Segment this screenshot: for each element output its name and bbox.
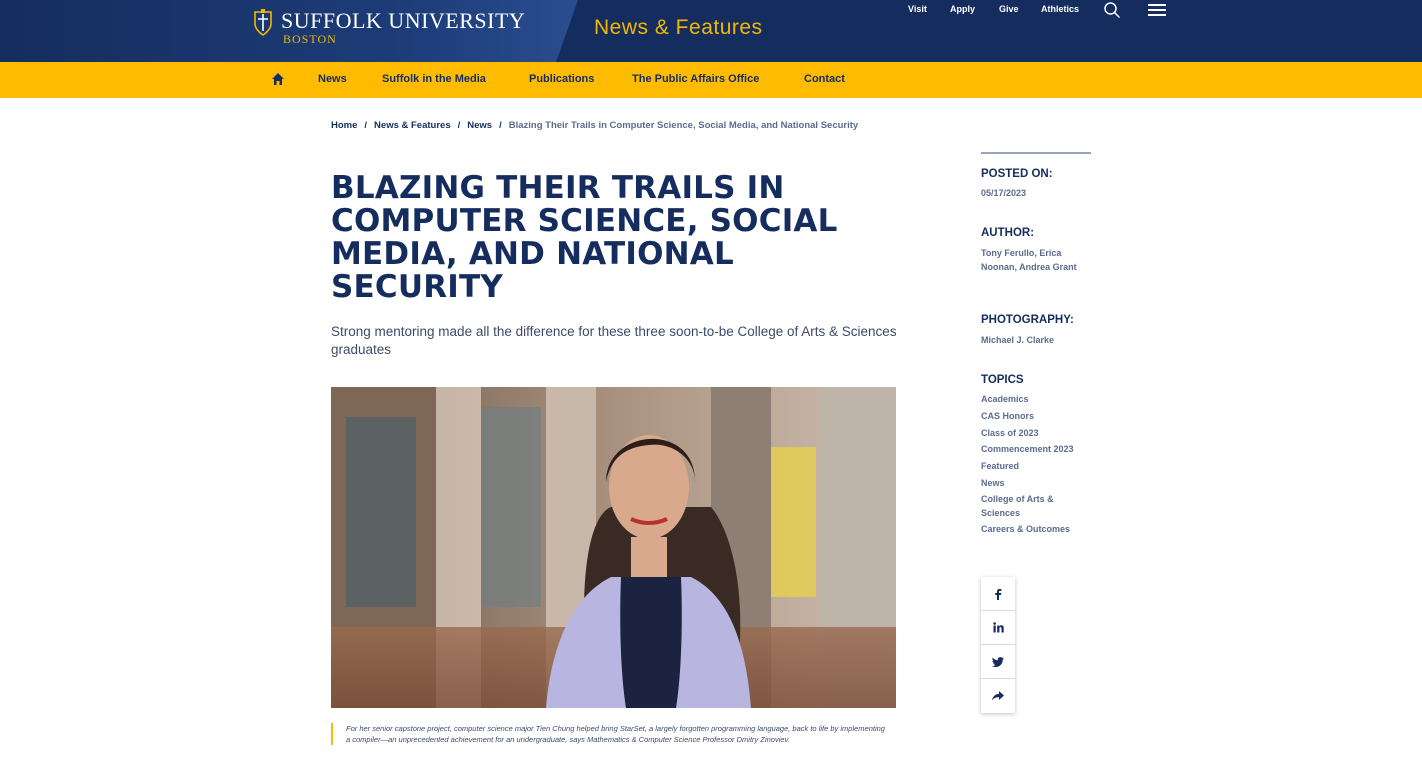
topic-college-of-arts-sciences[interactable]: College of Arts & Sciences (981, 493, 1093, 520)
breadcrumb-home[interactable]: Home (331, 120, 357, 131)
topic-careers-outcomes[interactable]: Careers & Outcomes (981, 523, 1093, 537)
article-subtitle: Strong mentoring made all the difference… (331, 324, 897, 357)
linkedin-icon (992, 622, 1004, 633)
site-title[interactable]: News & Features (594, 16, 763, 40)
linkedin-share-button[interactable] (981, 611, 1015, 645)
breadcrumb-news[interactable]: News (467, 120, 492, 131)
nav-item-suffolk-in-the-media[interactable]: Suffolk in the Media (382, 73, 486, 85)
hero-photo (331, 387, 896, 708)
facebook-icon (995, 588, 1002, 600)
logo-wordmark: SUFFOLK UNIVERSITY (281, 8, 526, 33)
main-nav: News Suffolk in the Media Publications T… (0, 62, 1422, 98)
nav-item-publications[interactable]: Publications (529, 73, 594, 85)
search-icon[interactable] (1103, 1, 1121, 19)
site-header: SUFFOLK UNIVERSITY BOSTON News & Feature… (0, 0, 1422, 62)
photo-caption: For her senior capstone project, compute… (331, 723, 891, 745)
topic-news[interactable]: News (981, 477, 1093, 491)
sidebar-divider (981, 152, 1091, 154)
breadcrumb-news-features[interactable]: News & Features (374, 120, 451, 131)
share-icon (992, 691, 1004, 701)
breadcrumb-current: Blazing Their Trails in Computer Science… (508, 120, 859, 131)
breadcrumb-separator: / (457, 120, 461, 131)
nav-item-public-affairs-office[interactable]: The Public Affairs Office (632, 73, 759, 85)
hamburger-menu-icon[interactable] (1148, 4, 1166, 16)
twitter-icon (992, 656, 1004, 667)
logo-subtext: BOSTON (283, 32, 337, 46)
home-icon[interactable] (271, 72, 285, 86)
posted-on-date: 05/17/2023 (981, 188, 1027, 198)
author-names: Tony Ferullo, Erica Noonan, Andrea Grant (981, 248, 1077, 272)
nav-item-contact[interactable]: Contact (804, 73, 845, 85)
university-logo[interactable]: SUFFOLK UNIVERSITY BOSTON (253, 9, 525, 45)
shield-icon (254, 9, 272, 36)
share-toolbar (981, 577, 1015, 713)
topic-featured[interactable]: Featured (981, 460, 1093, 474)
topic-commencement-2023[interactable]: Commencement 2023 (981, 443, 1093, 457)
more-share-button[interactable] (981, 679, 1015, 713)
photographer-name: Michael J. Clarke (981, 335, 1055, 345)
article-title: Blazing Their Trails in Computer Science… (331, 170, 838, 305)
facebook-share-button[interactable] (981, 577, 1015, 611)
breadcrumb: Home / News & Features / News / Blazing Their … (331, 120, 858, 131)
topic-academics[interactable]: Academics (981, 393, 1093, 407)
util-link-give[interactable]: Give (999, 4, 1019, 14)
topic-cas-honors[interactable]: CAS Honors (981, 410, 1093, 424)
topics-label: TOPICS (981, 374, 1024, 386)
twitter-share-button[interactable] (981, 645, 1015, 679)
author-label: AUTHOR: (981, 227, 1035, 239)
topic-class-of-2023[interactable]: Class of 2023 (981, 427, 1093, 441)
photography-label: PHOTOGRAPHY: (981, 314, 1074, 326)
breadcrumb-separator: / (499, 120, 502, 131)
breadcrumb-separator: / (364, 120, 368, 131)
nav-item-news[interactable]: News (318, 73, 347, 85)
util-link-apply[interactable]: Apply (950, 4, 975, 14)
util-link-visit[interactable]: Visit (908, 4, 927, 14)
posted-on-label: POSTED ON: (981, 168, 1053, 180)
util-link-athletics[interactable]: Athletics (1041, 4, 1079, 14)
